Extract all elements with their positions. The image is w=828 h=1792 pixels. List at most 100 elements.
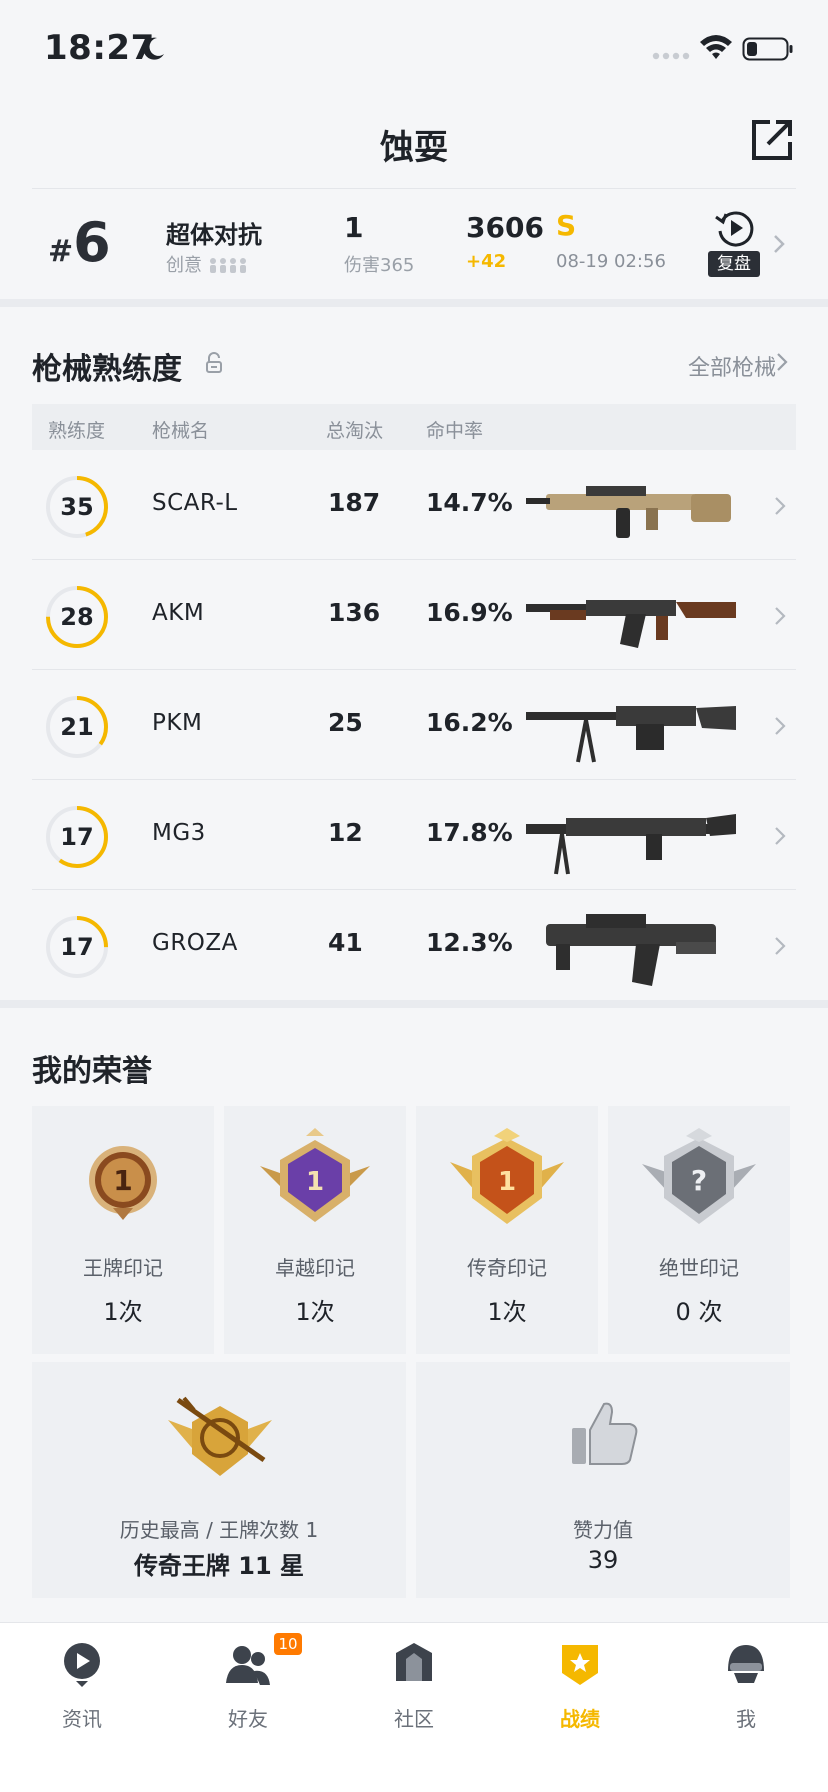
tab-me[interactable]: 我: [686, 1641, 806, 1751]
column-weapon-name: 枪械名: [152, 420, 210, 442]
signal-icon: [652, 52, 690, 60]
weapon-eliminations: 187: [328, 488, 381, 517]
match-mode-sub: 创意: [166, 251, 248, 277]
tab-label: 资讯: [62, 1707, 102, 1731]
weapon-eliminations: 25: [328, 708, 363, 737]
honor-card-ace[interactable]: 1 王牌印记 1次: [32, 1106, 214, 1354]
honor-card-likes[interactable]: 赞力值 39: [416, 1362, 790, 1598]
lock-icon[interactable]: [204, 352, 224, 374]
column-eliminations: 总淘汰: [326, 420, 384, 442]
replay-label: 复盘: [708, 251, 760, 277]
weapon-name: SCAR-L: [152, 490, 238, 516]
wifi-icon: [700, 35, 732, 59]
tab-label: 好友: [228, 1707, 268, 1731]
tab-label: 社区: [394, 1707, 434, 1731]
svg-text:1: 1: [113, 1164, 132, 1197]
battery-icon: [742, 37, 793, 61]
column-proficiency: 熟练度: [48, 420, 106, 442]
news-icon: [64, 1643, 100, 1687]
history-value: 传奇王牌 11 星: [133, 1552, 305, 1580]
mg3-machine-gun-icon: [526, 814, 736, 875]
match-rank: #6: [48, 211, 111, 274]
weapon-row[interactable]: 21 PKM 25 16.2%: [32, 670, 796, 780]
weapon-mastery-title: 枪械熟练度: [32, 352, 182, 387]
honor-count: 1次: [487, 1298, 527, 1326]
last-match-row[interactable]: #6 超体对抗 创意 1 伤害365 3606 +42 S 08-19 02:5…: [0, 189, 828, 299]
honor-card-legend[interactable]: 1 传奇印记 1次: [416, 1106, 598, 1354]
akm-rifle-icon: [526, 600, 736, 648]
bottom-tab-bar: 资讯 10 好友 社区 战绩 我: [0, 1622, 828, 1792]
svg-text:1: 1: [306, 1167, 324, 1197]
honor-label: 王牌印记: [83, 1256, 163, 1280]
weapon-accuracy: 14.7%: [426, 488, 513, 517]
chevron-right-icon: [775, 717, 786, 735]
friends-icon: [226, 1646, 270, 1685]
scar-l-rifle-icon: [526, 486, 731, 538]
excellence-mark-badge: 1: [260, 1128, 370, 1222]
proficiency-level: 21: [60, 713, 94, 741]
honor-count: 0 次: [675, 1298, 723, 1326]
weapon-eliminations: 41: [328, 928, 363, 957]
weapon-row[interactable]: 17 GROZA 41 12.3%: [32, 890, 796, 1000]
tab-label: 我: [736, 1707, 756, 1731]
tab-community[interactable]: 社区: [354, 1641, 474, 1751]
proficiency-level: 17: [60, 823, 94, 851]
chevron-right-icon: [777, 353, 788, 371]
status-time: 18:27: [44, 28, 155, 68]
honor-label: 卓越印记: [275, 1256, 355, 1280]
weapon-row[interactable]: 28 AKM 136 16.9%: [32, 560, 796, 670]
section-divider: [0, 299, 828, 307]
weapon-mastery-section: 枪械熟练度 全部枪械 熟练度 枪械名 总淘汰 命中率 35 SCAR-L 187 14…: [0, 308, 828, 1000]
weapon-table-header: 熟练度 枪械名 总淘汰 命中率: [32, 404, 796, 450]
thumbs-up-icon: [572, 1402, 638, 1465]
groza-rifle-icon: [546, 914, 716, 986]
match-mode: 超体对抗: [166, 221, 262, 249]
replay-icon: [715, 211, 754, 247]
app-screen: 18:27 蚀耍 #6 超体对抗 创意 1 伤害365 3606 +42 S 0…: [0, 0, 828, 1792]
svg-text:1: 1: [498, 1167, 516, 1197]
proficiency-level: 17: [60, 933, 94, 961]
rank-number: 6: [73, 211, 111, 274]
friends-badge: 10: [274, 1633, 302, 1655]
tab-friends[interactable]: 10 好友: [188, 1633, 308, 1751]
page-title: 蚀耍: [380, 128, 448, 168]
weapon-row[interactable]: 35 SCAR-L 187 14.7%: [32, 450, 796, 560]
replay-button[interactable]: 复盘: [708, 207, 760, 281]
proficiency-level: 28: [60, 603, 94, 631]
all-weapons-link[interactable]: 全部枪械: [688, 350, 776, 382]
svg-text:?: ?: [691, 1164, 707, 1197]
weapon-eliminations: 136: [328, 598, 381, 627]
tab-news[interactable]: 资讯: [22, 1641, 142, 1751]
moon-icon: [143, 37, 164, 60]
honor-label: 绝世印记: [659, 1256, 739, 1280]
weapon-accuracy: 12.3%: [426, 928, 513, 957]
section-divider: [0, 1000, 828, 1008]
match-kills: 1: [344, 211, 364, 244]
pkm-machine-gun-icon: [526, 706, 736, 763]
history-label: 历史最高 / 王牌次数 1: [119, 1518, 319, 1542]
rank-hash: #: [48, 234, 74, 269]
weapon-accuracy: 17.8%: [426, 818, 513, 847]
honor-card-peerless[interactable]: ? 绝世印记 0 次: [608, 1106, 790, 1354]
chevron-right-icon: [775, 497, 786, 515]
match-tier: S: [556, 209, 577, 242]
weapon-accuracy: 16.2%: [426, 708, 513, 737]
honors-section: 我的荣誉 1 王牌印记 1次 1 卓越印记 1次 1 传奇印记 1次 ? 绝世印…: [0, 1010, 828, 1622]
share-icon[interactable]: [748, 116, 796, 164]
honor-card-history[interactable]: 历史最高 / 王牌次数 1 传奇王牌 11 星: [32, 1362, 406, 1598]
match-time: 08-19 02:56: [556, 251, 666, 272]
chevron-right-icon: [774, 235, 785, 253]
chevron-right-icon: [775, 607, 786, 625]
tab-record[interactable]: 战绩: [520, 1641, 640, 1751]
honor-card-excellence[interactable]: 1 卓越印记 1次: [224, 1106, 406, 1354]
mode-sub-label: 创意: [166, 255, 202, 276]
status-bar: 18:27: [0, 0, 828, 100]
page-header: 蚀耍: [0, 100, 828, 188]
honors-title: 我的荣誉: [32, 1054, 152, 1089]
proficiency-level: 35: [60, 493, 94, 521]
weapon-name: MG3: [152, 820, 206, 846]
weapon-row[interactable]: 17 MG3 12 17.8%: [32, 780, 796, 890]
likes-label: 赞力值: [573, 1518, 633, 1542]
weapon-name: AKM: [152, 600, 205, 626]
honor-count: 1次: [295, 1298, 335, 1326]
